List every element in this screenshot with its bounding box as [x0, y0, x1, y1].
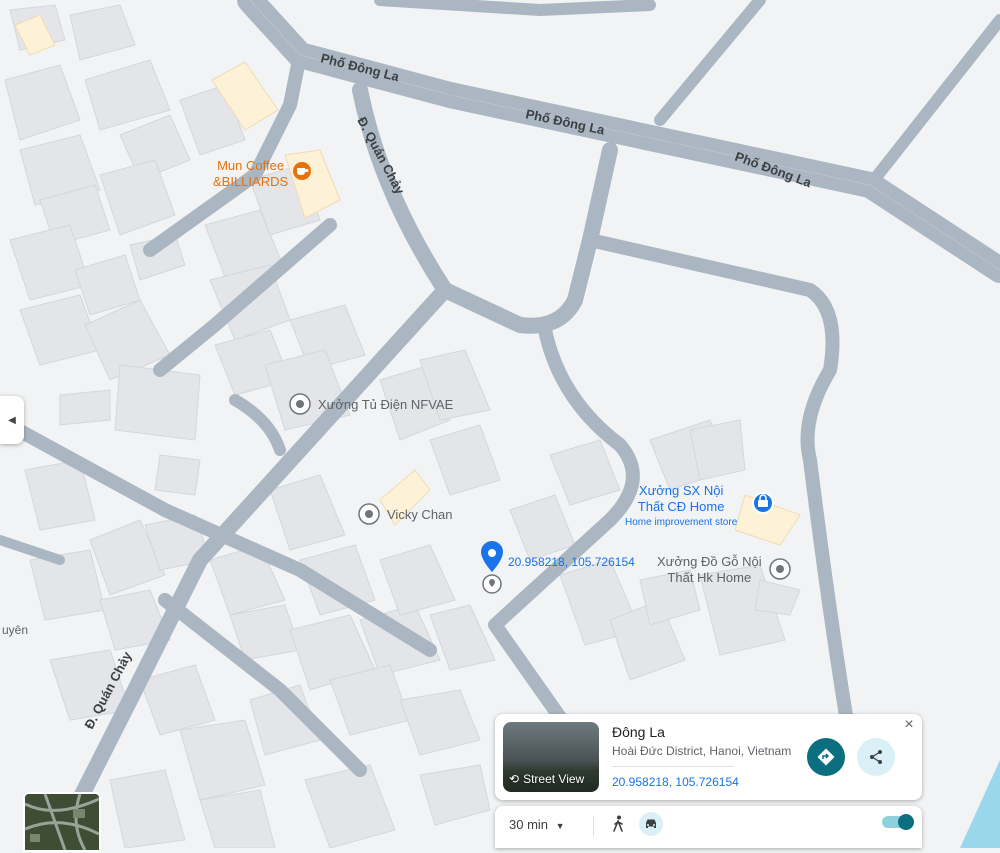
poi-sx-home-marker	[752, 492, 774, 514]
card-divider	[612, 766, 734, 767]
driving-icon[interactable]	[639, 812, 663, 836]
travel-time-bar: 30 min ▼	[495, 806, 922, 848]
place-coords[interactable]: 20.958218, 105.726154	[612, 775, 739, 789]
directions-icon	[817, 748, 835, 766]
place-card: ⟲ Street View Đông La Hoài Đức District,…	[495, 714, 922, 800]
poi-hk-home-marker	[769, 558, 791, 580]
share-button[interactable]	[857, 738, 895, 776]
toggle-knob	[898, 814, 914, 830]
street-view-thumbnail[interactable]: ⟲ Street View	[503, 722, 599, 792]
travel-toggle[interactable]	[882, 814, 914, 830]
poi-mun-coffee-line1: Mun Coffee	[217, 158, 285, 173]
place-subtitle: Hoài Đức District, Hanoi, Vietnam	[612, 744, 792, 758]
layers-button[interactable]	[23, 792, 101, 852]
poi-nfvae-label[interactable]: Xưởng Tủ Điện NFVAE	[318, 397, 453, 412]
close-card-button[interactable]: ×	[900, 716, 918, 734]
street-view-label: ⟲ Street View	[509, 772, 584, 786]
walking-icon[interactable]	[612, 815, 626, 838]
poi-mun-coffee-line2: &BILLIARDS	[213, 174, 289, 189]
travel-divider	[593, 816, 594, 836]
travel-time-value: 30 min	[509, 817, 549, 832]
poi-mun-coffee-marker	[293, 162, 311, 180]
street-view-icon: ⟲	[509, 772, 520, 786]
travel-time-dropdown[interactable]: 30 min ▼	[509, 817, 565, 832]
poi-sx-home-line1: Xưởng SX Nội	[638, 483, 724, 498]
poi-hk-home-label[interactable]: Xưởng Đồ Gỗ Nội Thất Hk Home	[657, 554, 762, 586]
poi-hk-home-line1: Xưởng Đồ Gỗ Nội	[657, 554, 762, 569]
edge-place-label: uyên	[2, 623, 29, 637]
poi-nfvae-marker	[289, 393, 311, 415]
poi-sx-home-line2: Thất CĐ Home	[637, 499, 725, 514]
poi-sx-home-label[interactable]: Xưởng SX Nội Thất CĐ Home Home improveme…	[625, 483, 737, 531]
street-view-text: Street View	[523, 772, 585, 786]
poi-vicky-marker	[358, 503, 380, 525]
chevron-down-icon: ▼	[555, 821, 565, 831]
share-icon	[870, 750, 882, 764]
directions-button[interactable]	[807, 738, 845, 776]
poi-mun-coffee-label[interactable]: Mun Coffee &BILLIARDS	[213, 158, 288, 190]
poi-vicky-chan-label[interactable]: Vicky Chan	[387, 507, 453, 522]
poi-hk-home-line2: Thất Hk Home	[667, 570, 752, 585]
satellite-thumbnail	[25, 794, 99, 850]
collapse-side-panel-button[interactable]: ◀	[0, 396, 24, 444]
place-title: Đông La	[612, 724, 665, 740]
chevron-left-icon: ◀	[8, 414, 16, 426]
poi-sx-home-category: Home improvement store	[625, 517, 738, 528]
dropped-pin-coords-label[interactable]: 20.958218, 105.726154	[508, 555, 635, 569]
